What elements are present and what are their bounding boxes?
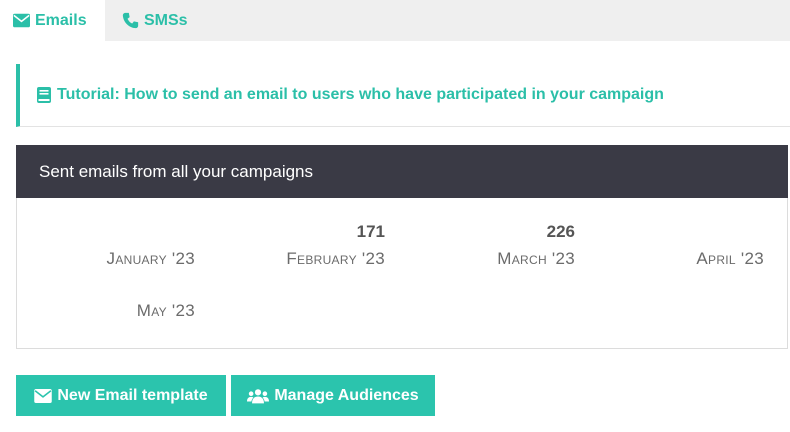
envelope-icon <box>34 388 53 403</box>
envelope-icon <box>13 13 30 28</box>
manage-audiences-label: Manage Audiences <box>274 386 419 404</box>
users-icon <box>247 388 270 403</box>
tutorial-link[interactable]: Tutorial: How to send an email to users … <box>16 64 790 127</box>
tab-smss[interactable]: SMSs <box>105 0 215 41</box>
manage-audiences-button[interactable]: Manage Audiences <box>231 375 435 416</box>
month-label-may: May '23 <box>136 301 195 320</box>
card-title: Sent emails from all your campaigns <box>16 145 788 198</box>
month-label-april: April '23 <box>696 249 764 268</box>
new-email-template-button[interactable]: New Email template <box>16 375 226 416</box>
month-label-january: January '23 <box>106 249 195 268</box>
month-count-february: 171 <box>356 222 385 241</box>
tab-emails[interactable]: Emails <box>0 0 105 41</box>
month-count-march: 226 <box>546 222 575 241</box>
tab-bar: Emails SMSs <box>0 0 790 41</box>
tab-emails-label: Emails <box>35 11 87 29</box>
tab-smss-label: SMSs <box>144 11 188 29</box>
month-label-march: March '23 <box>497 249 575 268</box>
new-email-template-label: New Email template <box>57 386 208 404</box>
tutorial-link-label: Tutorial: How to send an email to users … <box>57 86 664 103</box>
phone-icon <box>122 12 139 29</box>
month-label-february: February '23 <box>286 249 385 268</box>
book-icon <box>37 87 51 103</box>
